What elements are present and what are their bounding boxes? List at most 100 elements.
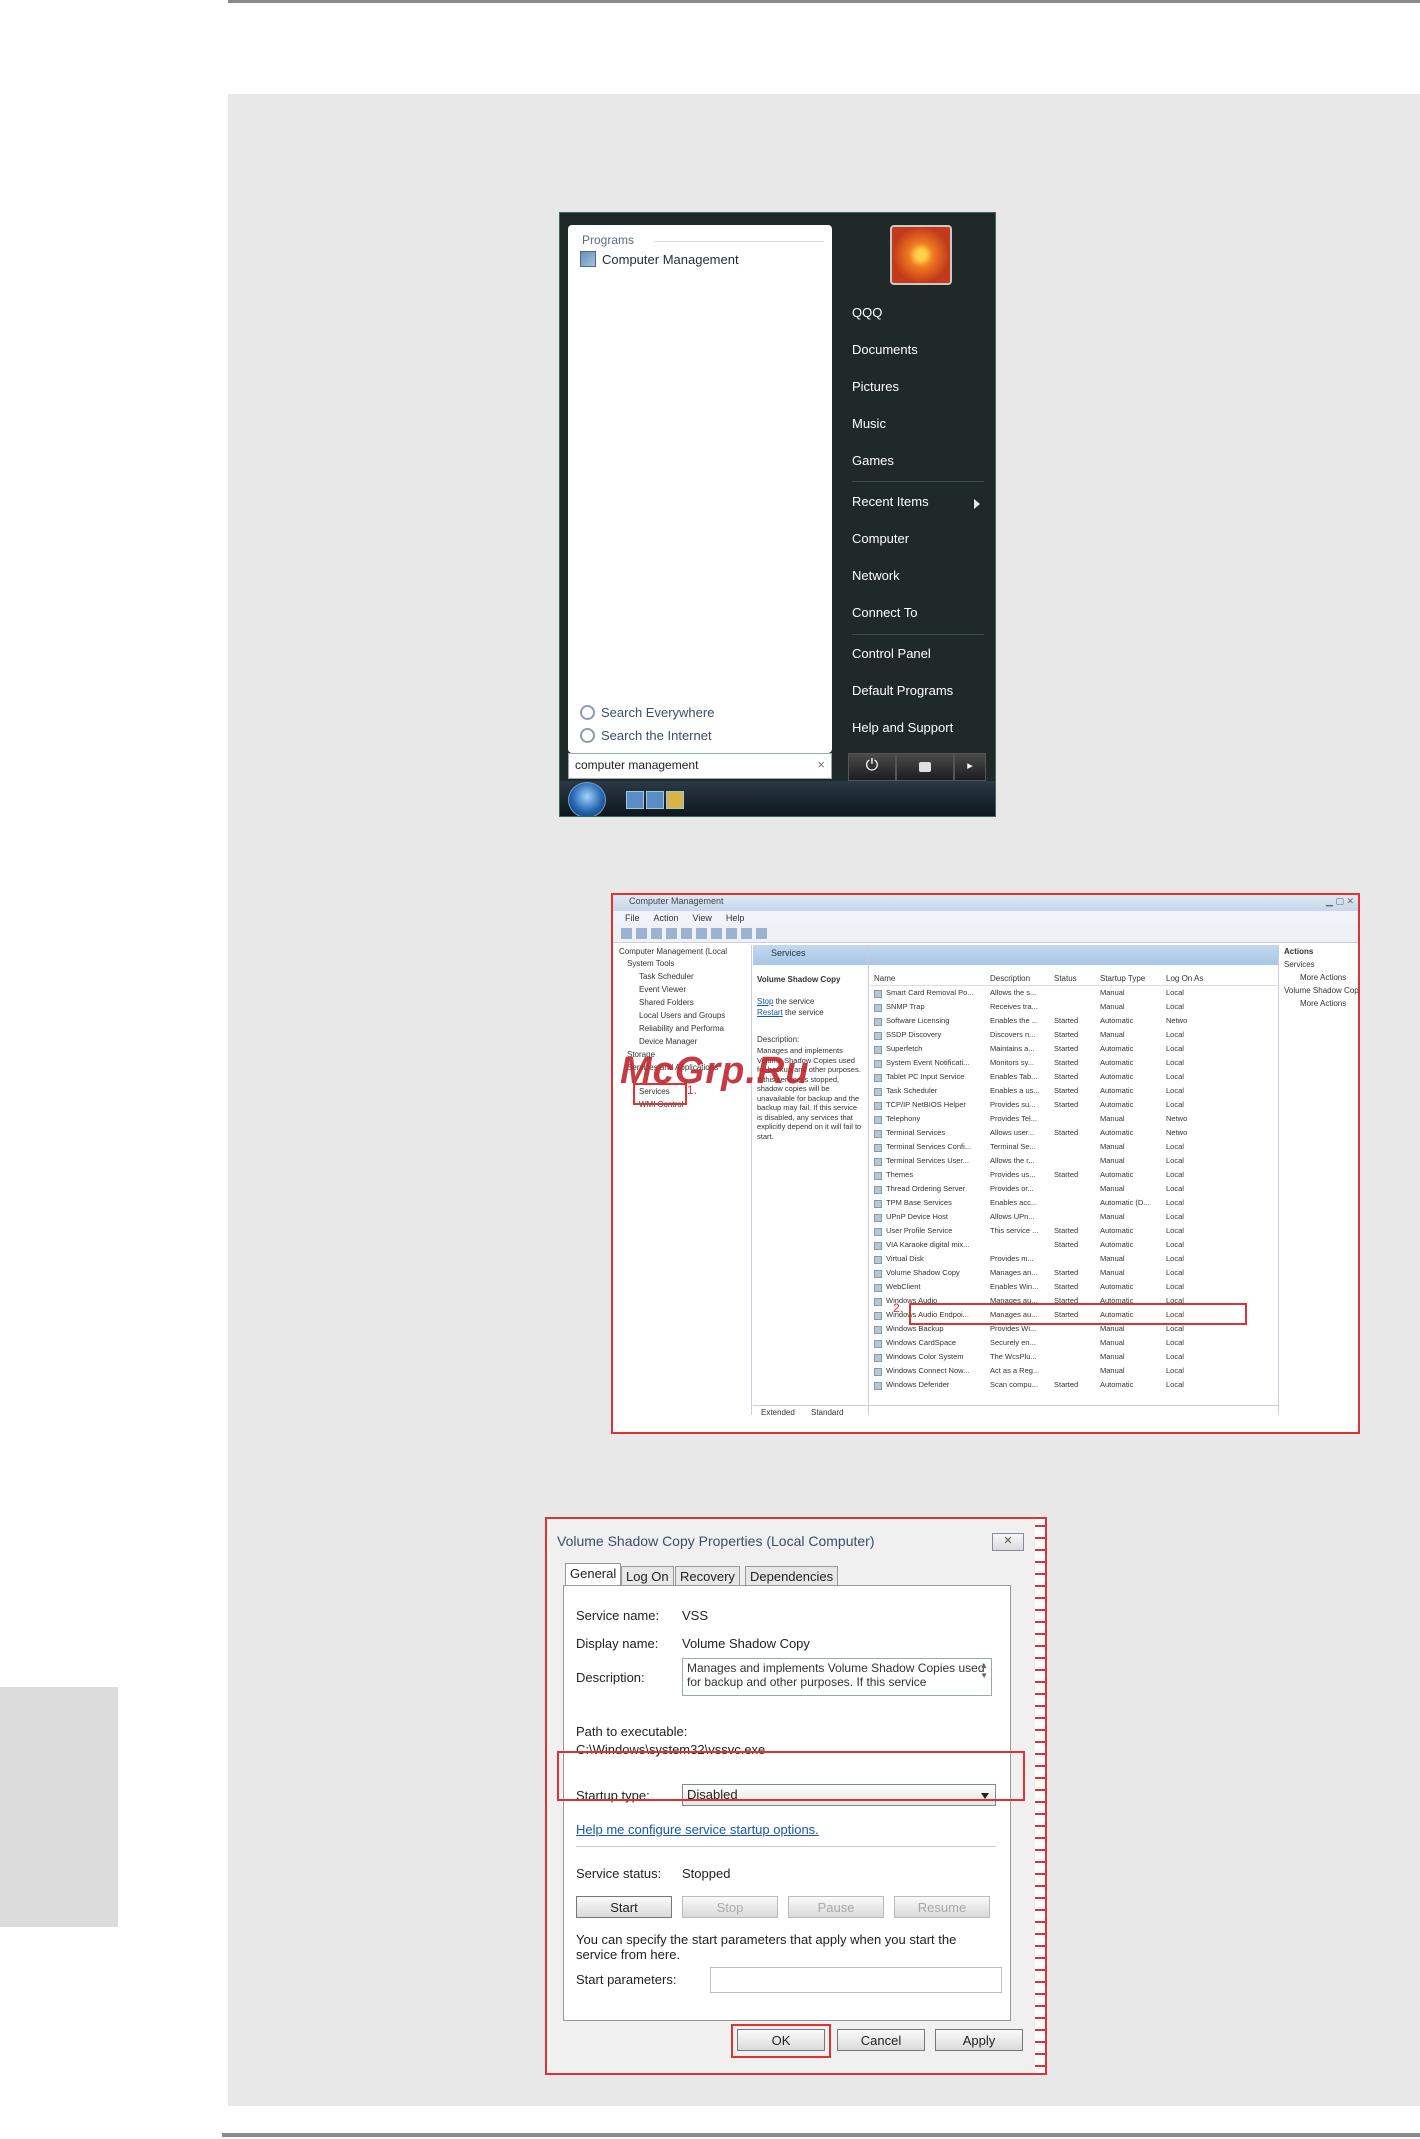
table-row[interactable]: Terminal Services Allows user... Started Au…: [870, 1127, 1278, 1141]
stop-icon[interactable]: [741, 927, 752, 939]
table-row[interactable]: Task Scheduler Enables a us... Started Auto…: [870, 1085, 1278, 1099]
table-row[interactable]: Windows Backup Provides Wi... Manual Local: [870, 1323, 1278, 1337]
table-row[interactable]: Virtual Disk Provides m... Manual Local: [870, 1253, 1278, 1267]
description-textbox[interactable]: Manages and implements Volume Shadow Cop…: [682, 1658, 992, 1696]
tree-item[interactable]: System Tools: [627, 959, 674, 968]
start-item-documents[interactable]: Documents: [852, 342, 918, 357]
forward-icon[interactable]: [636, 927, 647, 939]
table-row[interactable]: Windows Connect Now... Act as a Reg... Man…: [870, 1365, 1278, 1379]
column-description[interactable]: Description: [990, 974, 1030, 983]
restart-service-link[interactable]: Restart: [757, 1008, 783, 1017]
up-icon[interactable]: [651, 927, 662, 939]
table-row[interactable]: Windows Color System The WcsPlu... Manual L…: [870, 1351, 1278, 1365]
start-item-computer[interactable]: Computer: [852, 531, 909, 546]
table-row[interactable]: Themes Provides us... Started Automatic Loca…: [870, 1169, 1278, 1183]
start-item-pictures[interactable]: Pictures: [852, 379, 899, 394]
column-name[interactable]: Name: [874, 974, 895, 983]
start-item-games[interactable]: Games: [852, 453, 894, 468]
table-row[interactable]: Software Licensing Enables the ... Started…: [870, 1015, 1278, 1029]
scroll-arrows-icon[interactable]: ▲ ▼: [980, 1661, 988, 1681]
power-button[interactable]: ⏻: [848, 753, 896, 781]
apply-button[interactable]: Apply: [935, 2029, 1023, 2051]
action-volume-shadow-copy[interactable]: Volume Shadow Copy: [1284, 986, 1358, 995]
help-icon[interactable]: [711, 927, 722, 939]
tree-item[interactable]: Event Viewer: [639, 985, 686, 994]
start-params-input[interactable]: [710, 1967, 1002, 1993]
tab-log-on[interactable]: Log On: [621, 1566, 674, 1586]
tab-general[interactable]: General: [565, 1563, 622, 1586]
refresh-icon[interactable]: [696, 927, 707, 939]
column-log-on-as[interactable]: Log On As: [1166, 974, 1203, 983]
table-row[interactable]: SNMP Trap Receives tra... Manual Local: [870, 1001, 1278, 1015]
tab-dependencies[interactable]: Dependencies: [745, 1566, 839, 1586]
action-services[interactable]: Services: [1284, 960, 1315, 969]
properties-icon[interactable]: [681, 927, 692, 939]
back-icon[interactable]: [621, 927, 632, 939]
column-startup-type[interactable]: Startup Type: [1100, 974, 1145, 983]
tab-standard[interactable]: Standard: [811, 1408, 843, 1417]
pause-icon[interactable]: [756, 927, 767, 939]
table-row[interactable]: Smart Card Removal Po... Allows the s... M…: [870, 987, 1278, 1001]
table-row[interactable]: UPnP Device Host Allows UPn... Manual Local: [870, 1211, 1278, 1225]
tree-item[interactable]: Reliability and Performa: [639, 1024, 724, 1033]
table-row[interactable]: Windows CardSpace Securely en... Manual Loc…: [870, 1337, 1278, 1351]
table-row[interactable]: TCP/IP NetBIOS Helper Provides su... Start…: [870, 1099, 1278, 1113]
table-row[interactable]: SSDP Discovery Discovers n... Started Manua…: [870, 1029, 1278, 1043]
tree-item[interactable]: Computer Management (Local: [619, 947, 727, 956]
tab-recovery[interactable]: Recovery: [675, 1566, 740, 1586]
table-row[interactable]: Tablet PC Input Service Enables Tab... Sta…: [870, 1071, 1278, 1085]
quicklaunch-icon[interactable]: [626, 791, 644, 809]
table-row[interactable]: User Profile Service This service ... Star…: [870, 1225, 1278, 1239]
menu-file[interactable]: File: [625, 913, 640, 923]
window-controls-icon[interactable]: ▁ ▢ ✕: [1326, 896, 1354, 907]
quicklaunch-icon[interactable]: [666, 791, 684, 809]
tree-item[interactable]: Task Scheduler: [639, 972, 694, 981]
menu-help[interactable]: Help: [726, 913, 745, 923]
table-row[interactable]: Superfetch Maintains a... Started Automatic…: [870, 1043, 1278, 1057]
lock-button[interactable]: [896, 753, 954, 781]
play-icon[interactable]: [726, 927, 737, 939]
start-item-user[interactable]: QQQ: [852, 305, 882, 320]
tree-item[interactable]: Shared Folders: [639, 998, 694, 1007]
table-row[interactable]: TPM Base Services Enables acc... Automatic…: [870, 1197, 1278, 1211]
start-search-input[interactable]: computer management ×: [568, 753, 832, 779]
start-item-recent-items[interactable]: Recent Items: [852, 494, 929, 509]
search-internet-link[interactable]: Search the Internet: [580, 728, 712, 743]
user-avatar[interactable]: [890, 225, 952, 285]
start-item-control-panel[interactable]: Control Panel: [852, 646, 931, 661]
action-more-actions[interactable]: More Actions: [1300, 973, 1346, 982]
start-item-network[interactable]: Network: [852, 568, 900, 583]
start-item-connect-to[interactable]: Connect To: [852, 605, 918, 620]
menu-view[interactable]: View: [693, 913, 712, 923]
table-row[interactable]: WebClient Enables Win... Started Automatic L…: [870, 1281, 1278, 1295]
clear-search-icon[interactable]: ×: [817, 757, 825, 772]
resume-button[interactable]: Resume: [894, 1896, 990, 1918]
stop-button[interactable]: Stop: [682, 1896, 778, 1918]
table-row[interactable]: Telephony Provides Tel... Manual Netwo: [870, 1113, 1278, 1127]
program-result-computer-management[interactable]: Computer Management: [580, 251, 739, 267]
start-button[interactable]: Start: [576, 1896, 672, 1918]
action-more-actions[interactable]: More Actions: [1300, 999, 1346, 1008]
close-button[interactable]: ✕: [992, 1533, 1024, 1551]
table-row[interactable]: System Event Notificati... Monitors sy...…: [870, 1057, 1278, 1071]
table-row[interactable]: VIA Karaoke digital mix... Started Automat…: [870, 1239, 1278, 1253]
start-item-default-programs[interactable]: Default Programs: [852, 683, 953, 698]
table-row[interactable]: Volume Shadow Copy Manages an... Started Ma…: [870, 1267, 1278, 1281]
start-item-help-and-support[interactable]: Help and Support: [852, 720, 953, 735]
quicklaunch-icon[interactable]: [646, 791, 664, 809]
tab-extended[interactable]: Extended: [761, 1408, 795, 1417]
stop-service-link[interactable]: Stop: [757, 997, 773, 1006]
start-orb-icon[interactable]: [568, 782, 606, 816]
tree-item[interactable]: Local Users and Groups: [639, 1011, 725, 1020]
help-configure-link[interactable]: Help me configure service startup option…: [576, 1822, 819, 1837]
tree-item[interactable]: Device Manager: [639, 1037, 697, 1046]
table-row[interactable]: Terminal Services User... Allows the r...…: [870, 1155, 1278, 1169]
pause-button[interactable]: Pause: [788, 1896, 884, 1918]
table-row[interactable]: Windows Defender Scan compu... Started Auto…: [870, 1379, 1278, 1393]
table-row[interactable]: Thread Ordering Server Provides or... Manu…: [870, 1183, 1278, 1197]
start-item-music[interactable]: Music: [852, 416, 886, 431]
search-everywhere-link[interactable]: Search Everywhere: [580, 705, 714, 720]
column-status[interactable]: Status: [1054, 974, 1077, 983]
tree-icon[interactable]: [666, 927, 677, 939]
menu-action[interactable]: Action: [654, 913, 679, 923]
